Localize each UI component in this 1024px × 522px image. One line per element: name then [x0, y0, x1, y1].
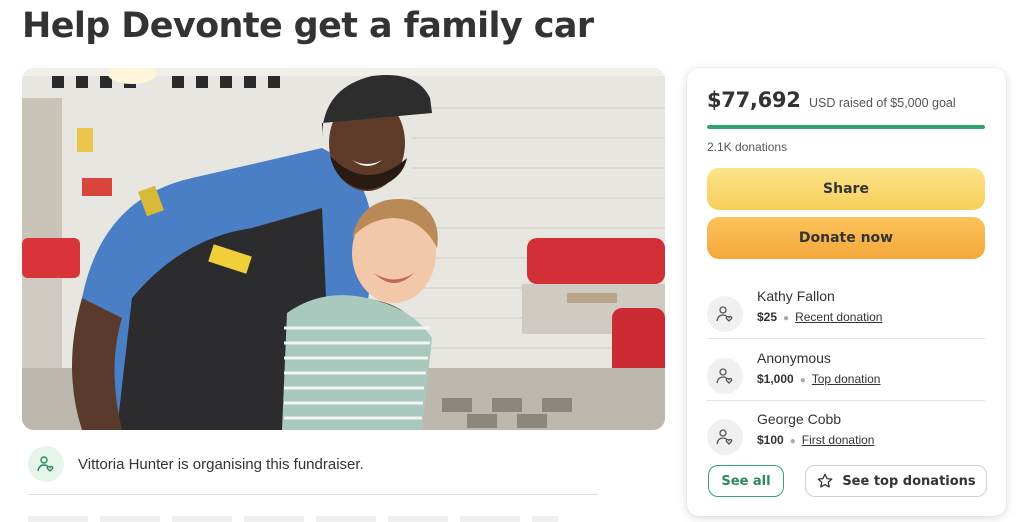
heart-hand-icon	[707, 419, 743, 455]
progress-bar	[707, 125, 985, 129]
progress-fill	[707, 125, 985, 129]
see-top-donations-label: See top donations	[842, 473, 976, 489]
recent-donation-link[interactable]: Recent donation	[795, 310, 882, 324]
donor-name: George Cobb	[757, 411, 842, 427]
raised-amount: $77,692	[707, 88, 801, 112]
amount-raised: $77,692 USD raised of $5,000 goal	[707, 88, 956, 112]
divider	[28, 494, 598, 495]
person-heart-icon	[28, 446, 64, 482]
page-title: Help Devonte get a family car	[22, 6, 594, 46]
donor-name: Anonymous	[757, 350, 831, 366]
top-donation-link[interactable]: Top donation	[812, 372, 881, 386]
heart-hand-icon	[707, 296, 743, 332]
see-all-button[interactable]: See all	[708, 465, 784, 497]
donor-meta: $100 ● First donation	[757, 433, 875, 447]
divider	[707, 338, 985, 339]
story-preview	[28, 516, 558, 522]
donor-amount: $25	[757, 310, 778, 324]
donor-meta: $1,000 ● Top donation	[757, 372, 881, 386]
donor-item: Kathy Fallon $25 ● Recent donation	[707, 288, 985, 340]
donor-name: Kathy Fallon	[757, 288, 835, 304]
donor-item: Anonymous $1,000 ● Top donation	[707, 350, 985, 402]
heart-hand-icon	[707, 358, 743, 394]
donor-item: George Cobb $100 ● First donation	[707, 411, 985, 463]
share-button[interactable]: Share	[707, 168, 985, 210]
organiser-text: Vittoria Hunter is organising this fundr…	[78, 455, 364, 473]
donor-amount: $1,000	[757, 372, 794, 386]
first-donation-link[interactable]: First donation	[802, 433, 875, 447]
organiser-row: Vittoria Hunter is organising this fundr…	[28, 445, 364, 483]
donate-now-button[interactable]: Donate now	[707, 217, 985, 259]
fundraiser-photo	[22, 68, 665, 430]
divider	[707, 400, 985, 401]
star-icon	[816, 472, 834, 490]
goal-text: USD raised of $5,000 goal	[809, 96, 956, 110]
donor-amount: $100	[757, 433, 784, 447]
donation-card: $77,692 USD raised of $5,000 goal 2.1K d…	[687, 68, 1006, 516]
see-top-donations-button[interactable]: See top donations	[805, 465, 987, 497]
donor-meta: $25 ● Recent donation	[757, 310, 883, 324]
donation-count: 2.1K donations	[707, 140, 788, 154]
